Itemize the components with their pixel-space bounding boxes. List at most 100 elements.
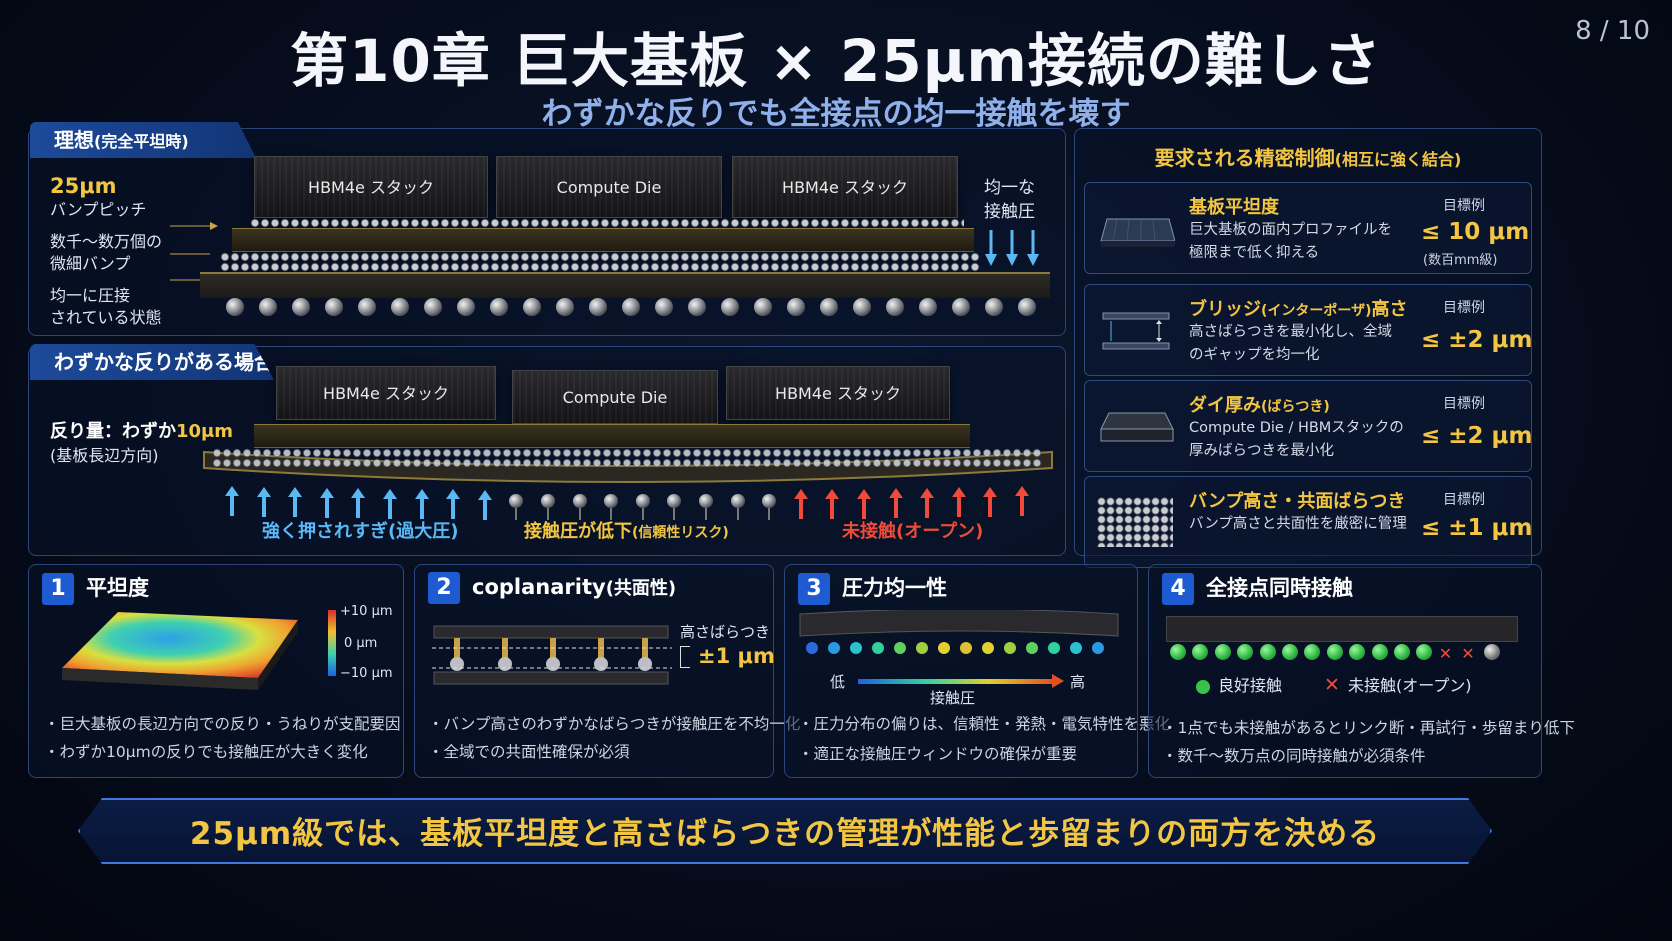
solder-ball	[259, 298, 277, 316]
solder-ball	[820, 298, 838, 316]
bullet-text: 圧力分布の偏りは、信頼性・発熱・電気特性を悪化	[813, 715, 1171, 733]
pressure-diagram	[799, 610, 1119, 654]
req-desc: Compute Die / HBMスタックの厚みばらつきを最小化	[1189, 420, 1404, 459]
ideal-pressed-line1: 均一に圧接	[50, 286, 131, 305]
warp-chip-hbm-right: HBM4e スタック	[726, 366, 950, 420]
warp-low-note: (信頼性リスク)	[632, 525, 729, 541]
ideal-tab-label: 理想	[54, 128, 94, 152]
ideal-substrate	[200, 272, 1050, 298]
req-desc: 高さばらつきを最小化し、全域のギャップを均一化	[1189, 324, 1392, 363]
req-name: ダイ厚み(ばらつき)	[1189, 391, 1330, 417]
card-pressure-bullet-2: ・適正な接触圧ウィンドウの確保が重要	[798, 745, 1078, 763]
pressure-high: 高	[1070, 673, 1086, 691]
open-contact-label: 未接触(オープン)	[1348, 676, 1472, 695]
solder-ball	[721, 298, 739, 316]
req-target-label: 目標例	[1443, 396, 1485, 412]
card-number: 1	[42, 573, 74, 605]
card-pressure-title: 3 圧力均一性	[798, 572, 947, 605]
req-name-note: (インターポーザ)	[1261, 303, 1372, 319]
over-pressure-arrow	[288, 487, 303, 521]
pressure-gradient-arrow	[858, 679, 1054, 684]
good-contact-ball	[1394, 644, 1410, 660]
card-title-text: coplanarity	[472, 575, 606, 599]
req-value: ≤ ±2 μm	[1421, 423, 1533, 449]
warp-chip-hbm-left: HBM4e スタック	[276, 366, 496, 420]
card-pressure-bullet-1: ・圧力分布の偏りは、信頼性・発熱・電気特性を悪化	[798, 715, 1171, 733]
open-arrow	[1015, 486, 1029, 520]
bullet-text: 全域での共面性確保が必須	[443, 743, 630, 761]
page-subtitle: わずかな反りでも全接点の均一接触を壊す	[541, 96, 1131, 132]
ideal-micro-bumps	[220, 252, 980, 272]
ideal-chip-compute: Compute Die	[496, 156, 722, 218]
pressure-axis: 接触圧	[930, 689, 976, 707]
requirements-title: 要求される精密制御(相互に強く結合)	[1074, 142, 1542, 171]
card-title-text: 平坦度	[86, 576, 149, 600]
req-name-text: ブリッジ	[1189, 299, 1261, 320]
requirements-title-text: 要求される精密制御	[1154, 146, 1335, 170]
ideal-pressure-line2: 接触圧	[984, 202, 1035, 222]
coplanarity-diagram	[432, 625, 672, 685]
over-pressure-arrow	[319, 487, 334, 522]
open-arrow	[888, 488, 903, 522]
open-contact-mark: ✕	[1461, 644, 1475, 663]
warp-amount: 反り量：わずか10μm	[50, 420, 233, 444]
solder-ball	[604, 490, 619, 521]
warp-low-text: 接触圧が低下	[524, 521, 632, 542]
pressure-low: 低	[830, 673, 846, 691]
req-item-bridge: ブリッジ(インターポーザ)高さ 高さばらつきを最小化し、全域のギャップを均一化 …	[1084, 284, 1532, 376]
solder-ball	[787, 298, 805, 316]
bridge-icon	[1102, 312, 1170, 350]
card-contact-bullet-1: ・1点でも未接触があるとリンク断・再試行・歩留まり低下	[1162, 719, 1575, 737]
req-item-bump-height: バンプ高さ・共面ばらつき バンプ高さと共面性を厳密に管理 目標例 ≤ ±1 μm	[1084, 476, 1532, 568]
solder-ball	[622, 298, 640, 316]
solder-ball	[523, 298, 541, 316]
warp-low-label: 接触圧が低下(信頼性リスク)	[524, 520, 729, 545]
bullet-text: 数千〜数万点の同時接触が必須条件	[1177, 747, 1426, 765]
solder-ball	[655, 298, 673, 316]
card-flatness-title: 1 平坦度	[42, 572, 149, 605]
solder-ball	[635, 490, 650, 521]
page-number: 8 / 10	[1575, 16, 1650, 46]
solder-ball	[391, 298, 409, 316]
page-title: 第10章 巨大基板 × 25μm接続の難しさ	[290, 27, 1382, 95]
req-desc: 巨大基板の面内プロファイルを極限まで低く抑える	[1189, 222, 1392, 261]
solder-ball	[952, 298, 970, 316]
solder-ball	[292, 298, 310, 316]
req-target-label: 目標例	[1443, 198, 1485, 214]
req-name: ブリッジ(インターポーザ)高さ	[1189, 295, 1408, 321]
ideal-bumps-line2: 微細バンプ	[50, 254, 131, 273]
warp-chip-compute: Compute Die	[512, 370, 718, 424]
warp-amount-value: 10μm	[176, 421, 234, 442]
solder-ball	[490, 298, 508, 316]
card-title-note: (共面性)	[605, 578, 677, 599]
solder-ball	[754, 298, 772, 316]
warp-tab: わずかな反りがある場合	[30, 344, 274, 380]
warp-interposer	[254, 424, 970, 448]
over-pressure-arrow	[446, 489, 461, 523]
open-arrow	[983, 486, 998, 521]
card-flatness-bullet-1: ・巨大基板の長辺方向での反り・うねりが支配要因	[44, 715, 401, 733]
bullet-text: 1点でも未接触があるとリンク断・再試行・歩留まり低下	[1177, 719, 1575, 737]
solder-ball	[424, 298, 442, 316]
card-number: 3	[798, 573, 830, 605]
req-value: ≤ ±2 μm	[1421, 327, 1533, 353]
req-name-text: ダイ厚み	[1189, 395, 1261, 416]
req-name-tail: 高さ	[1371, 299, 1408, 320]
over-pressure-arrow	[351, 488, 366, 522]
open-contact-mark: ✕	[1324, 674, 1340, 696]
solder-ball	[688, 298, 706, 316]
die-icon	[1100, 412, 1174, 442]
open-arrow	[951, 487, 966, 521]
solder-ball	[358, 298, 376, 316]
solder-ball	[589, 298, 607, 316]
warp-direction: (基板長辺方向)	[50, 446, 159, 465]
bullet-text: 適正な接触圧ウィンドウの確保が重要	[813, 745, 1078, 763]
card-contact-bullet-2: ・数千〜数万点の同時接触が必須条件	[1162, 747, 1426, 765]
ideal-tab-note: (完全平坦時)	[94, 132, 189, 151]
ideal-pitch-value: 25μm	[50, 174, 117, 198]
warp-micro-bumps	[212, 448, 1042, 468]
over-pressure-arrow	[225, 486, 239, 520]
solder-ball	[667, 490, 682, 521]
good-contact-ball	[1259, 644, 1276, 660]
req-name: 基板平坦度	[1189, 197, 1279, 218]
